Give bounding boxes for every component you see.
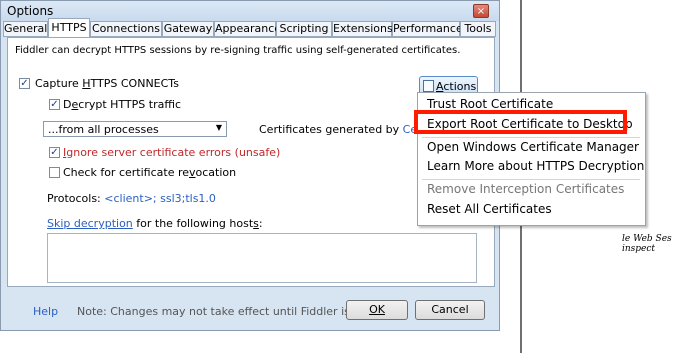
- cancel-button[interactable]: Cancel: [415, 300, 485, 320]
- ignore-errors-checkbox[interactable]: ✓: [49, 147, 60, 158]
- capture-https-label: Capture HTTPS CONNECTs: [35, 77, 179, 90]
- tab-https[interactable]: HTTPS: [48, 18, 90, 38]
- dropdown-arrow-icon: ▼: [215, 123, 222, 132]
- menu-item-open-cert-manager[interactable]: Open Windows Certificate Manager: [427, 140, 639, 154]
- skip-decryption-label: Skip decryption for the following hosts:: [47, 217, 263, 230]
- ignore-errors-label: Ignore server certificate errors (unsafe…: [63, 146, 281, 159]
- protocols-label: Protocols: <client>; ssl3;tls1.0: [47, 192, 216, 205]
- menu-item-trust-root[interactable]: Trust Root Certificate: [427, 97, 553, 111]
- help-link[interactable]: Help: [33, 305, 58, 318]
- highlight-box: [414, 110, 627, 134]
- tab-gateway[interactable]: Gateway: [162, 21, 214, 37]
- decrypt-https-checkbox[interactable]: ✓: [49, 99, 60, 110]
- menu-item-learn-more[interactable]: Learn More about HTTPS Decryption: [427, 159, 644, 173]
- tab-performance[interactable]: Performance: [392, 21, 463, 37]
- menu-item-remove-certs[interactable]: Remove Interception Certificates: [427, 182, 624, 196]
- ok-button[interactable]: OK: [346, 300, 408, 320]
- close-button[interactable]: ×: [473, 4, 489, 18]
- certificate-icon: [423, 80, 434, 92]
- ok-button-label: OK: [369, 303, 385, 316]
- capture-https-checkbox[interactable]: ✓: [19, 78, 30, 89]
- revocation-label: Check for certificate revocation: [63, 166, 237, 179]
- tab-tools[interactable]: Tools: [460, 21, 496, 37]
- menu-separator: [422, 137, 640, 138]
- tab-scripting[interactable]: Scripting: [276, 21, 332, 37]
- tab-general[interactable]: General: [3, 21, 48, 37]
- background-text-1: le Web Ses: [622, 234, 672, 244]
- decrypt-https-label: Decrypt HTTPS traffic: [63, 98, 182, 111]
- intro-text: Fiddler can decrypt HTTPS sessions by re…: [15, 45, 461, 56]
- revocation-checkbox[interactable]: [49, 167, 60, 178]
- skip-decryption-link[interactable]: Skip decryption: [47, 217, 133, 230]
- tab-appearance[interactable]: Appearance: [214, 21, 281, 37]
- process-filter-select[interactable]: ...from all processes ▼: [43, 121, 227, 137]
- tab-extensions[interactable]: Extensions: [332, 21, 393, 37]
- background-text-2: inspect: [622, 244, 656, 254]
- menu-separator: [422, 179, 640, 180]
- dialog-title: Options: [7, 4, 54, 18]
- protocols-link[interactable]: <client>; ssl3;tls1.0: [104, 192, 216, 205]
- menu-item-reset-certs[interactable]: Reset All Certificates: [427, 202, 552, 216]
- process-filter-value: ...from all processes: [48, 123, 159, 136]
- tab-connections[interactable]: Connections: [90, 21, 162, 37]
- skip-hosts-textarea[interactable]: [47, 233, 477, 283]
